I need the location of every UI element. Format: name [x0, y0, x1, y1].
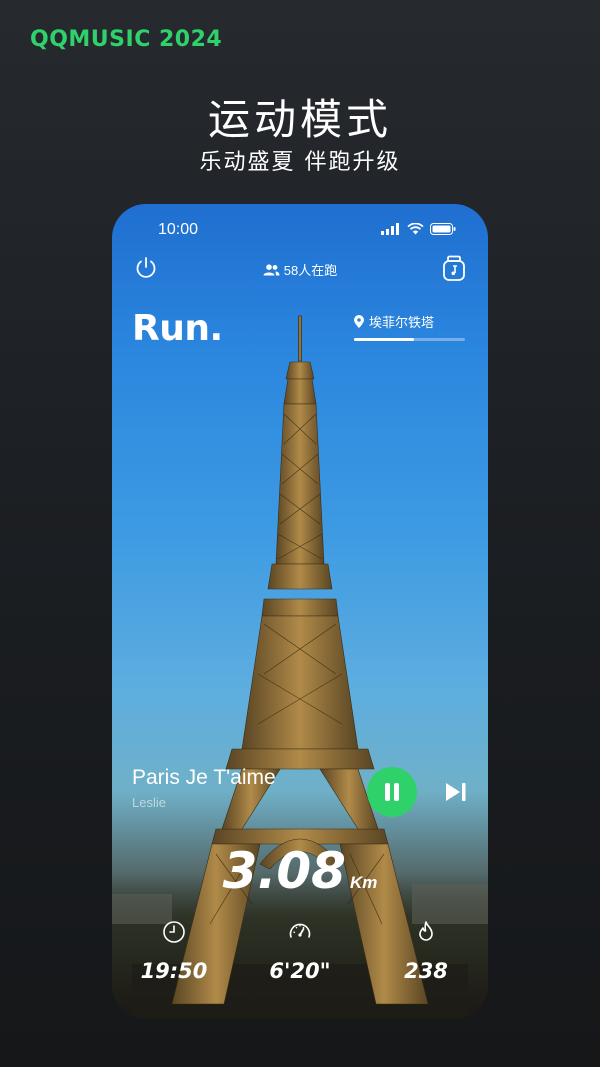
- top-bar: 58人在跑: [112, 254, 488, 284]
- song-title: Paris Je T'aime: [132, 766, 276, 789]
- stat-duration-value: 19:50: [140, 959, 208, 983]
- distance-readout: 3.08 Km: [112, 842, 488, 900]
- location-progress-fill: [354, 338, 414, 341]
- clock-icon: [163, 921, 185, 943]
- runners-count[interactable]: 58人在跑: [112, 260, 488, 279]
- distance-unit: Km: [349, 873, 378, 892]
- flame-icon: [419, 921, 433, 941]
- pause-button[interactable]: [367, 767, 417, 817]
- music-jar-icon[interactable]: [442, 255, 466, 281]
- location-pin-icon: [354, 315, 364, 328]
- signal-icon: [381, 223, 399, 235]
- wifi-icon: [407, 223, 424, 235]
- distance-value: 3.08: [222, 842, 346, 900]
- run-mode-title: Run.: [132, 308, 223, 349]
- people-icon: [263, 263, 280, 275]
- pause-icon: [385, 783, 399, 801]
- phone-screen: 10:00 58人在跑 Run. 埃菲尔铁塔 Paris Je T'aime L…: [112, 204, 488, 1019]
- stat-pace: 6'20": [245, 920, 355, 983]
- stat-pace-value: 6'20": [269, 959, 331, 983]
- brand-logo: QQMUSIC 2024: [30, 27, 223, 52]
- status-bar: 10:00: [112, 218, 488, 242]
- song-artist: Leslie: [132, 795, 166, 810]
- stat-calories-value: 238: [404, 959, 448, 983]
- location-name: 埃菲尔铁塔: [369, 315, 435, 330]
- status-time: 10:00: [158, 221, 199, 238]
- hero-subtitle: 乐动盛夏 伴跑升级: [199, 150, 401, 175]
- stat-calories: 238: [371, 920, 481, 983]
- location-progress-bar: [354, 338, 465, 341]
- location-tag[interactable]: 埃菲尔铁塔: [354, 312, 434, 331]
- speedometer-icon: [289, 923, 311, 938]
- stats-row: 19:50 6'20" 238: [112, 920, 488, 1000]
- hero-title: 运动模式: [207, 95, 392, 144]
- stat-duration: 19:50: [119, 920, 229, 983]
- skip-next-icon[interactable]: [444, 781, 468, 803]
- runners-label: 58人在跑: [283, 263, 338, 278]
- battery-icon: [430, 223, 456, 235]
